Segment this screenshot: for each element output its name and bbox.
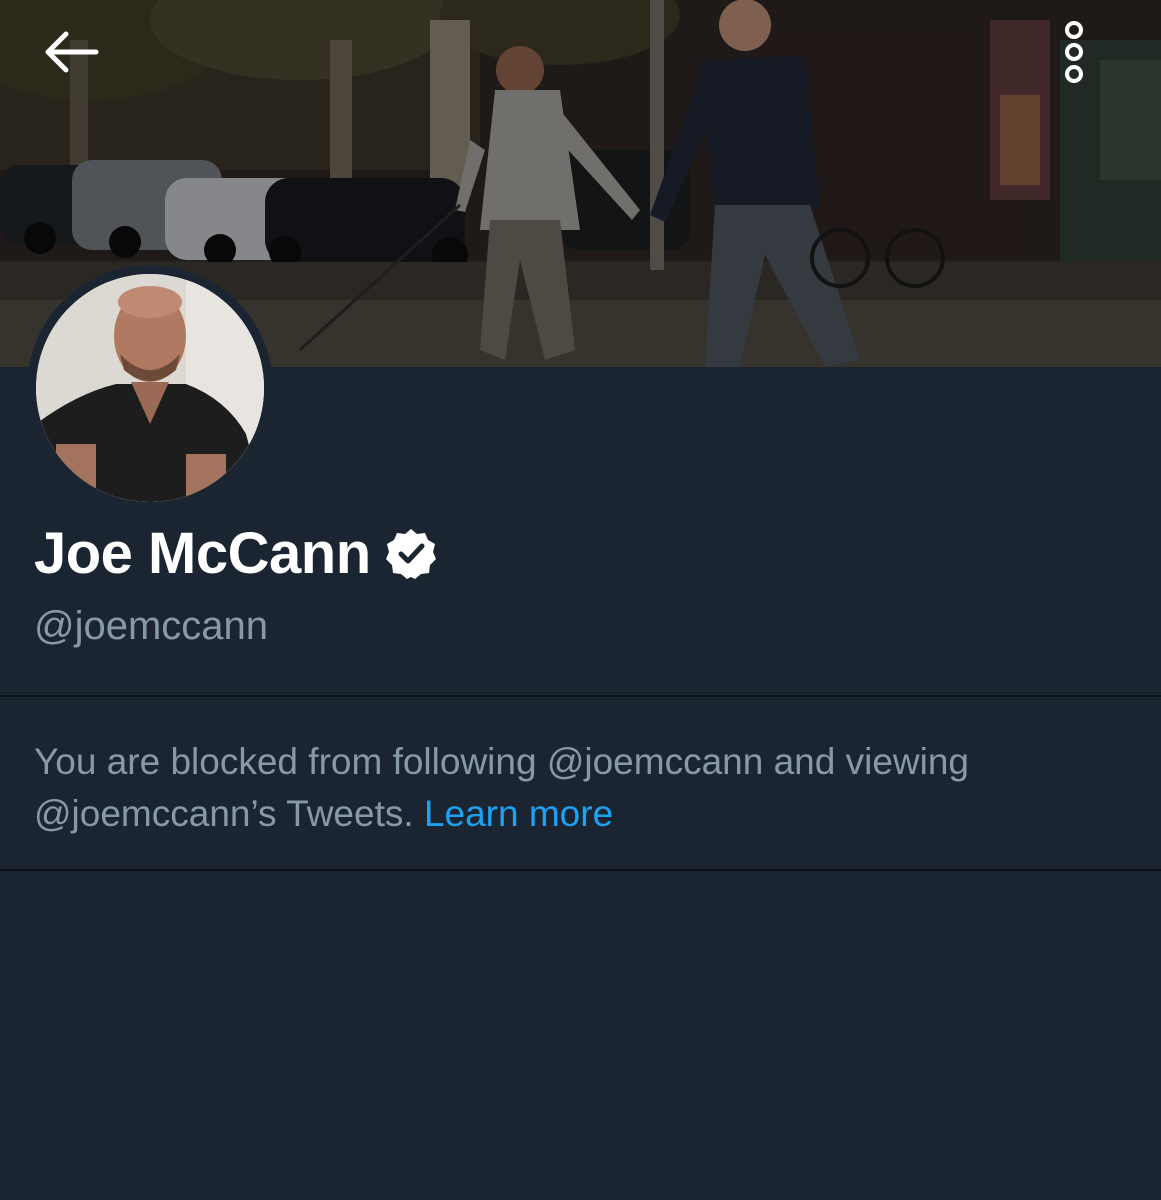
verified-badge-icon — [385, 529, 436, 579]
more-vertical-icon — [1065, 21, 1083, 83]
blocked-notice: You are blocked from following @joemccan… — [34, 736, 1134, 840]
avatar-image — [36, 274, 264, 502]
profile-name: Joe McCann — [34, 520, 371, 586]
avatar-frame[interactable] — [27, 265, 273, 511]
arrow-left-icon — [45, 31, 99, 73]
divider — [0, 695, 1161, 697]
learn-more-link[interactable]: Learn more — [424, 793, 613, 834]
profile-name-row: Joe McCann — [34, 518, 437, 588]
back-button[interactable] — [44, 30, 116, 90]
divider — [0, 869, 1161, 871]
more-options-button[interactable] — [1062, 20, 1114, 100]
avatar — [36, 274, 264, 502]
profile-handle: @joemccann — [34, 604, 269, 648]
